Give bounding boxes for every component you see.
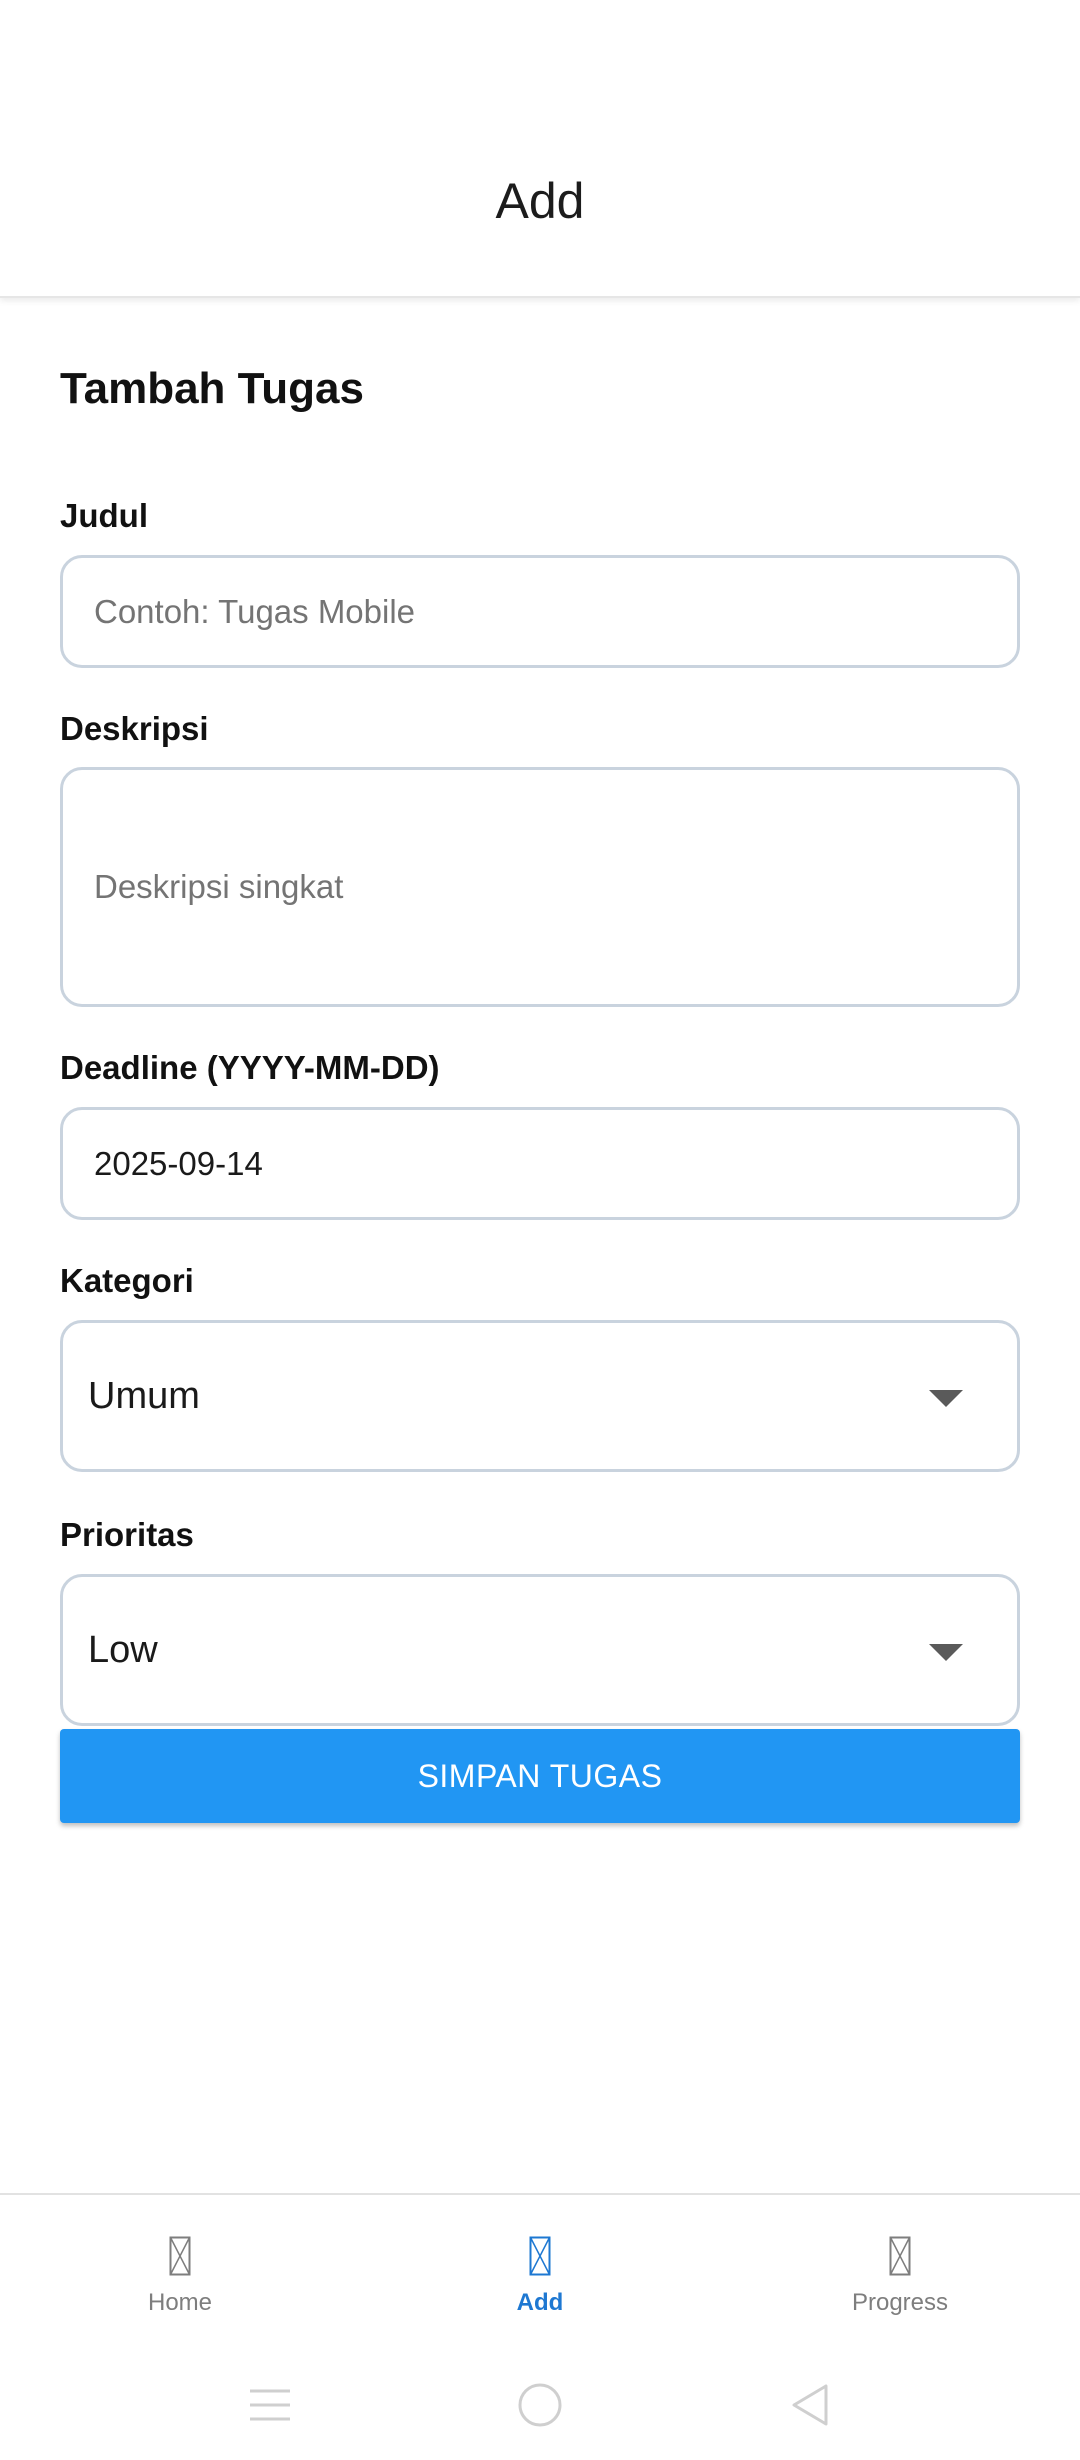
missing-glyph-icon (528, 2235, 552, 2277)
chevron-down-icon (929, 1390, 963, 1407)
deskripsi-textarea[interactable]: Deskripsi singkat (60, 767, 1020, 1007)
nav-item-progress[interactable]: Progress (800, 2195, 1000, 2352)
prioritas-label: Prioritas (60, 1516, 194, 1553)
system-navigation-bar (0, 2350, 1080, 2460)
deadline-input[interactable]: 2025-09-14 (60, 1107, 1020, 1220)
prioritas-selected: Low (88, 1628, 158, 1671)
kategori-dropdown[interactable]: Umum (60, 1320, 1020, 1472)
save-task-button[interactable]: SIMPAN TUGAS (60, 1729, 1020, 1823)
form-title: Tambah Tugas (60, 364, 364, 413)
nav-item-add[interactable]: Add (440, 2195, 640, 2352)
nav-item-home[interactable]: Home (80, 2195, 280, 2352)
kategori-label: Kategori (60, 1262, 194, 1299)
app-screen: Add Tambah Tugas Judul Contoh: Tugas Mob… (0, 0, 1080, 2460)
kategori-selected: Umum (88, 1374, 200, 1417)
menu-icon[interactable] (230, 2350, 310, 2460)
nav-label-progress: Progress (851, 2289, 949, 2316)
prioritas-dropdown[interactable]: Low (60, 1574, 1020, 1726)
back-triangle-icon[interactable] (770, 2350, 850, 2460)
home-circle-icon[interactable] (500, 2350, 580, 2460)
nav-label-home: Home (147, 2289, 213, 2316)
missing-glyph-icon (888, 2235, 912, 2277)
deskripsi-placeholder: Deskripsi singkat (94, 868, 344, 905)
judul-input[interactable]: Contoh: Tugas Mobile (60, 555, 1020, 668)
app-header: Add (0, 0, 1080, 298)
nav-label-add: Add (516, 2289, 564, 2316)
deskripsi-label: Deskripsi (60, 710, 209, 747)
judul-placeholder: Contoh: Tugas Mobile (94, 592, 416, 630)
judul-label: Judul (60, 497, 148, 534)
bottom-navigation: Home Add Progress (0, 2193, 1080, 2350)
chevron-down-icon (929, 1644, 963, 1661)
deadline-value: 2025-09-14 (94, 1144, 263, 1182)
deadline-label: Deadline (YYYY-MM-DD) (60, 1049, 440, 1086)
page-title: Add (495, 173, 585, 229)
missing-glyph-icon (168, 2235, 192, 2277)
